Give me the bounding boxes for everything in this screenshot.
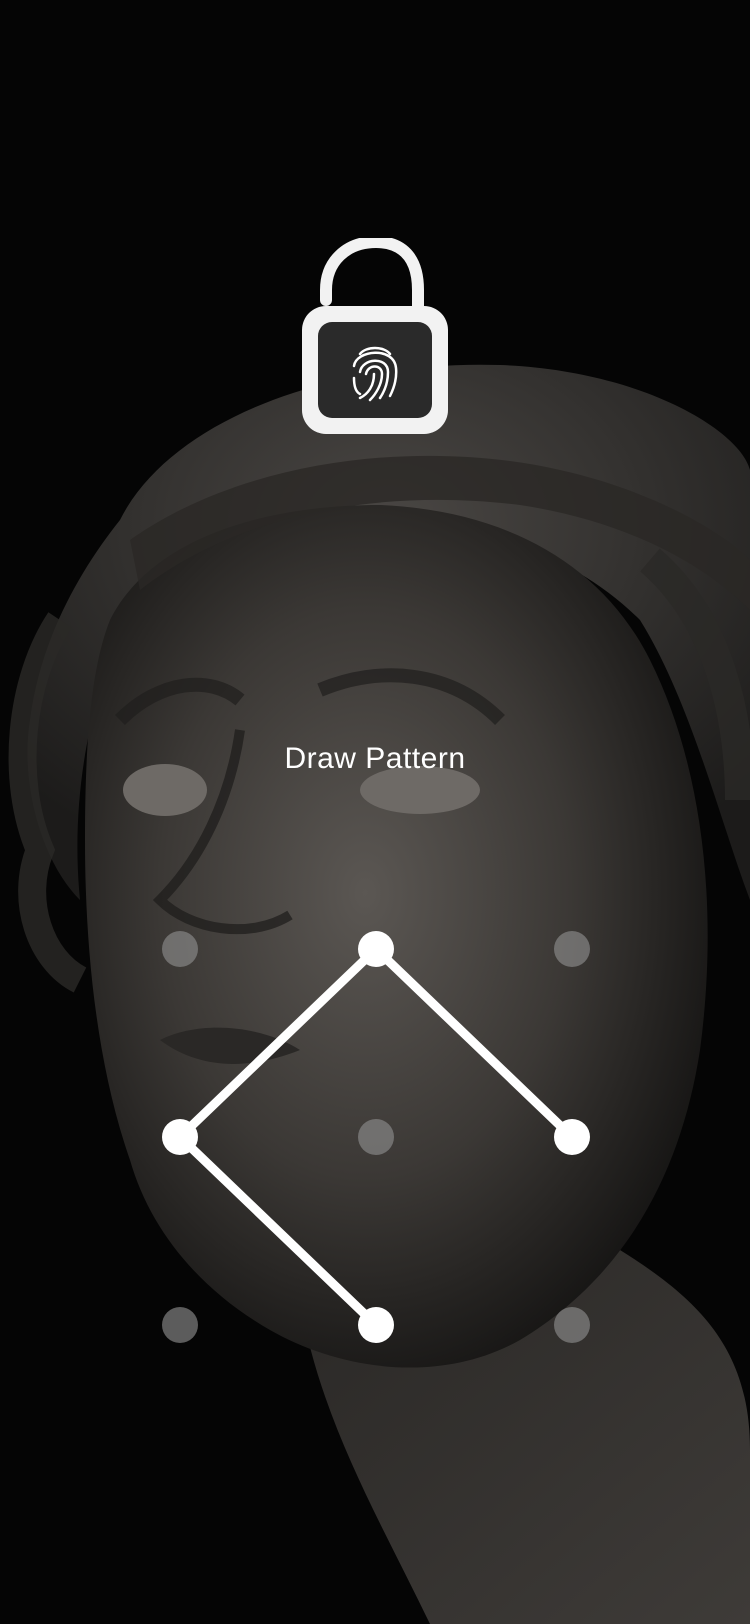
- lock-screen: Draw Pattern: [0, 0, 750, 1624]
- pattern-node-7[interactable]: [162, 1307, 198, 1343]
- pattern-node-8[interactable]: [358, 1307, 394, 1343]
- pattern-segment: [175, 944, 381, 1142]
- pattern-node-6[interactable]: [554, 1119, 590, 1155]
- pattern-segment: [175, 1132, 381, 1330]
- pattern-node-5[interactable]: [358, 1119, 394, 1155]
- pattern-node-9[interactable]: [554, 1307, 590, 1343]
- pattern-node-3[interactable]: [554, 931, 590, 967]
- pattern-node-4[interactable]: [162, 1119, 198, 1155]
- pattern-segment: [371, 944, 577, 1142]
- pattern-lock-grid[interactable]: [0, 0, 750, 1624]
- pattern-node-1[interactable]: [162, 931, 198, 967]
- pattern-node-2[interactable]: [358, 931, 394, 967]
